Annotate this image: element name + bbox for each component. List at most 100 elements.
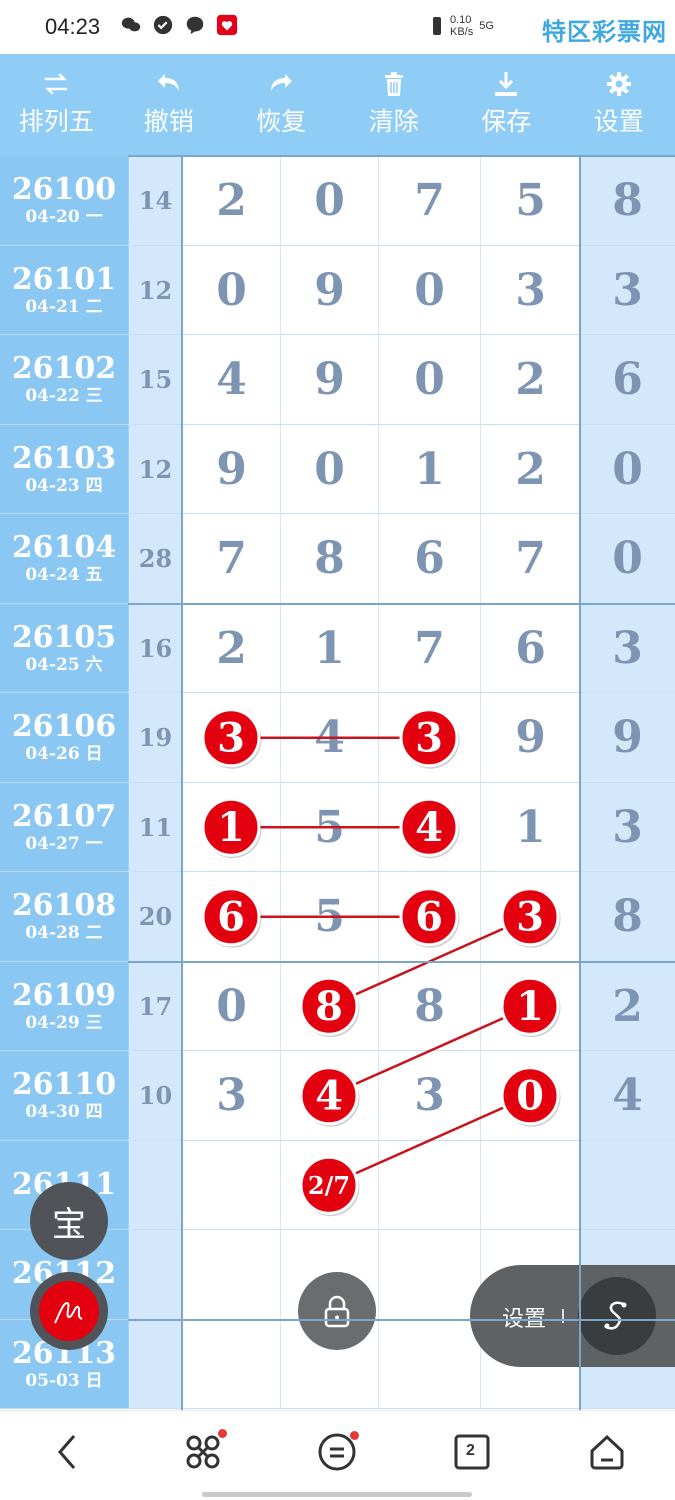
digit-cell[interactable]: 2 — [480, 335, 580, 425]
sum-cell[interactable] — [128, 1230, 182, 1320]
digit-cell[interactable] — [280, 1140, 378, 1230]
digit-cell[interactable]: 3 — [182, 1051, 280, 1141]
vibrate-icon — [433, 17, 441, 35]
digit-cell[interactable]: 4 — [280, 693, 378, 783]
digit-cell[interactable]: 3 — [378, 1051, 480, 1141]
digit-cell[interactable]: 6 — [480, 603, 580, 693]
digit-cell-fifth[interactable]: 3 — [580, 782, 675, 872]
digit-cell-fifth[interactable]: 3 — [580, 245, 675, 335]
digit-cell-fifth[interactable]: 3 — [580, 603, 675, 693]
toolbar-save-button[interactable]: 保存 — [450, 54, 563, 156]
sum-cell[interactable]: 10 — [128, 1051, 182, 1141]
sum-cell[interactable]: 20 — [128, 872, 182, 962]
digit-cell[interactable]: 0 — [378, 245, 480, 335]
digit-cell[interactable]: 2 — [182, 156, 280, 246]
issue-number: 26110 — [11, 1067, 117, 1103]
digit-cell-fifth[interactable]: 2 — [580, 961, 675, 1051]
sum-cell[interactable]: 16 — [128, 603, 182, 693]
digit-cell[interactable]: 8 — [280, 961, 378, 1051]
digit-cell[interactable]: 1 — [480, 961, 580, 1051]
digit-cell[interactable]: 7 — [480, 514, 580, 604]
toolbar-redo-button[interactable]: 恢复 — [225, 54, 338, 156]
digit-cell[interactable]: 7 — [378, 603, 480, 693]
digit-cell[interactable]: 0 — [280, 156, 378, 246]
sum-cell[interactable]: 15 — [128, 335, 182, 425]
digit-cell[interactable]: 6 — [378, 872, 480, 962]
digit-cell[interactable]: 5 — [480, 156, 580, 246]
sum-cell[interactable]: 12 — [128, 245, 182, 335]
digit-cell[interactable]: 3 — [480, 872, 580, 962]
nav-back-button[interactable] — [42, 1427, 92, 1477]
digit-cell-fifth[interactable]: 8 — [580, 872, 675, 962]
digit-cell[interactable]: 7 — [378, 156, 480, 246]
sum-cell[interactable] — [128, 1319, 182, 1409]
digit-cell[interactable]: 0 — [480, 1051, 580, 1141]
sum-cell[interactable]: 12 — [128, 424, 182, 514]
issue-date: 04-21 二 — [25, 296, 103, 317]
digit-cell[interactable]: 9 — [182, 424, 280, 514]
digit-cell[interactable]: 6 — [378, 514, 480, 604]
digit-cell[interactable]: 7 — [182, 514, 280, 604]
digit-cell[interactable]: 1 — [480, 782, 580, 872]
digit-cell[interactable]: 3 — [480, 245, 580, 335]
digit-cell-fifth[interactable]: 0 — [580, 424, 675, 514]
digit-cell[interactable]: 0 — [378, 335, 480, 425]
digit-cell-fifth[interactable]: 8 — [580, 156, 675, 246]
digit-cell[interactable]: 3 — [182, 693, 280, 783]
digit-cell[interactable] — [182, 1140, 280, 1230]
digit-cell[interactable]: 4 — [280, 1051, 378, 1141]
sum-cell[interactable]: 14 — [128, 156, 182, 246]
digit-cell[interactable] — [182, 1319, 280, 1409]
s-swipe-icon — [604, 1301, 627, 1330]
digit-cell[interactable] — [378, 1230, 480, 1320]
digit-cell-fifth[interactable] — [580, 1140, 675, 1230]
digit-cell[interactable]: 1 — [182, 782, 280, 872]
digit-cell[interactable] — [182, 1230, 280, 1320]
nav-home-button[interactable] — [582, 1427, 632, 1477]
digit-cell[interactable]: 0 — [280, 424, 378, 514]
pen-float-button[interactable] — [30, 1272, 108, 1350]
digit-cell[interactable]: 4 — [378, 782, 480, 872]
lock-button[interactable] — [298, 1272, 376, 1350]
digit-cell[interactable]: 8 — [378, 961, 480, 1051]
digit-cell[interactable]: 9 — [280, 335, 378, 425]
floating-settings-pill[interactable]: 设置 — [470, 1265, 675, 1367]
digit-cell-fifth[interactable]: 4 — [580, 1051, 675, 1141]
apps-icon — [186, 1435, 220, 1469]
sum-cell[interactable]: 28 — [128, 514, 182, 604]
s-swipe-button[interactable] — [578, 1277, 656, 1355]
toolbar-undo-button[interactable]: 撤销 — [113, 54, 226, 156]
digit-cell-fifth[interactable]: 6 — [580, 335, 675, 425]
digit-cell[interactable]: 0 — [182, 961, 280, 1051]
digit-cell[interactable]: 9 — [280, 245, 378, 335]
digit-cell[interactable]: 8 — [280, 514, 378, 604]
sum-cell[interactable]: 19 — [128, 693, 182, 783]
toolbar-lottery-switch-button[interactable]: 排列五 — [0, 54, 113, 156]
digit-cell[interactable]: 3 — [378, 693, 480, 783]
digit-cell[interactable]: 6 — [182, 872, 280, 962]
sum-cell[interactable] — [128, 1140, 182, 1230]
nav-menu-button[interactable] — [312, 1427, 362, 1477]
toolbar-settings-button[interactable]: 设置 — [563, 54, 675, 156]
nav-tabs-button[interactable]: 2 — [447, 1427, 497, 1477]
digit-cell[interactable]: 4 — [182, 335, 280, 425]
digit-cell[interactable]: 2 — [182, 603, 280, 693]
digit-cell[interactable]: 2 — [480, 424, 580, 514]
digit-cell[interactable] — [480, 1140, 580, 1230]
toolbar-clear-button[interactable]: 清除 — [338, 54, 451, 156]
sum-cell[interactable]: 11 — [128, 782, 182, 872]
toolbar-label: 设置 — [593, 107, 644, 136]
digit-cell-fifth[interactable]: 9 — [580, 693, 675, 783]
digit-cell[interactable]: 0 — [182, 245, 280, 335]
digit-cell[interactable]: 5 — [280, 782, 378, 872]
digit-cell[interactable]: 1 — [280, 603, 378, 693]
digit-cell[interactable]: 1 — [378, 424, 480, 514]
digit-cell[interactable] — [378, 1319, 480, 1409]
nav-apps-button[interactable] — [178, 1427, 228, 1477]
digit-cell[interactable]: 5 — [280, 872, 378, 962]
digit-cell[interactable]: 9 — [480, 693, 580, 783]
digit-cell[interactable] — [378, 1140, 480, 1230]
digit-cell-fifth[interactable]: 0 — [580, 514, 675, 604]
sum-cell[interactable]: 17 — [128, 961, 182, 1051]
treasure-float-button[interactable]: 宝 — [30, 1182, 108, 1260]
